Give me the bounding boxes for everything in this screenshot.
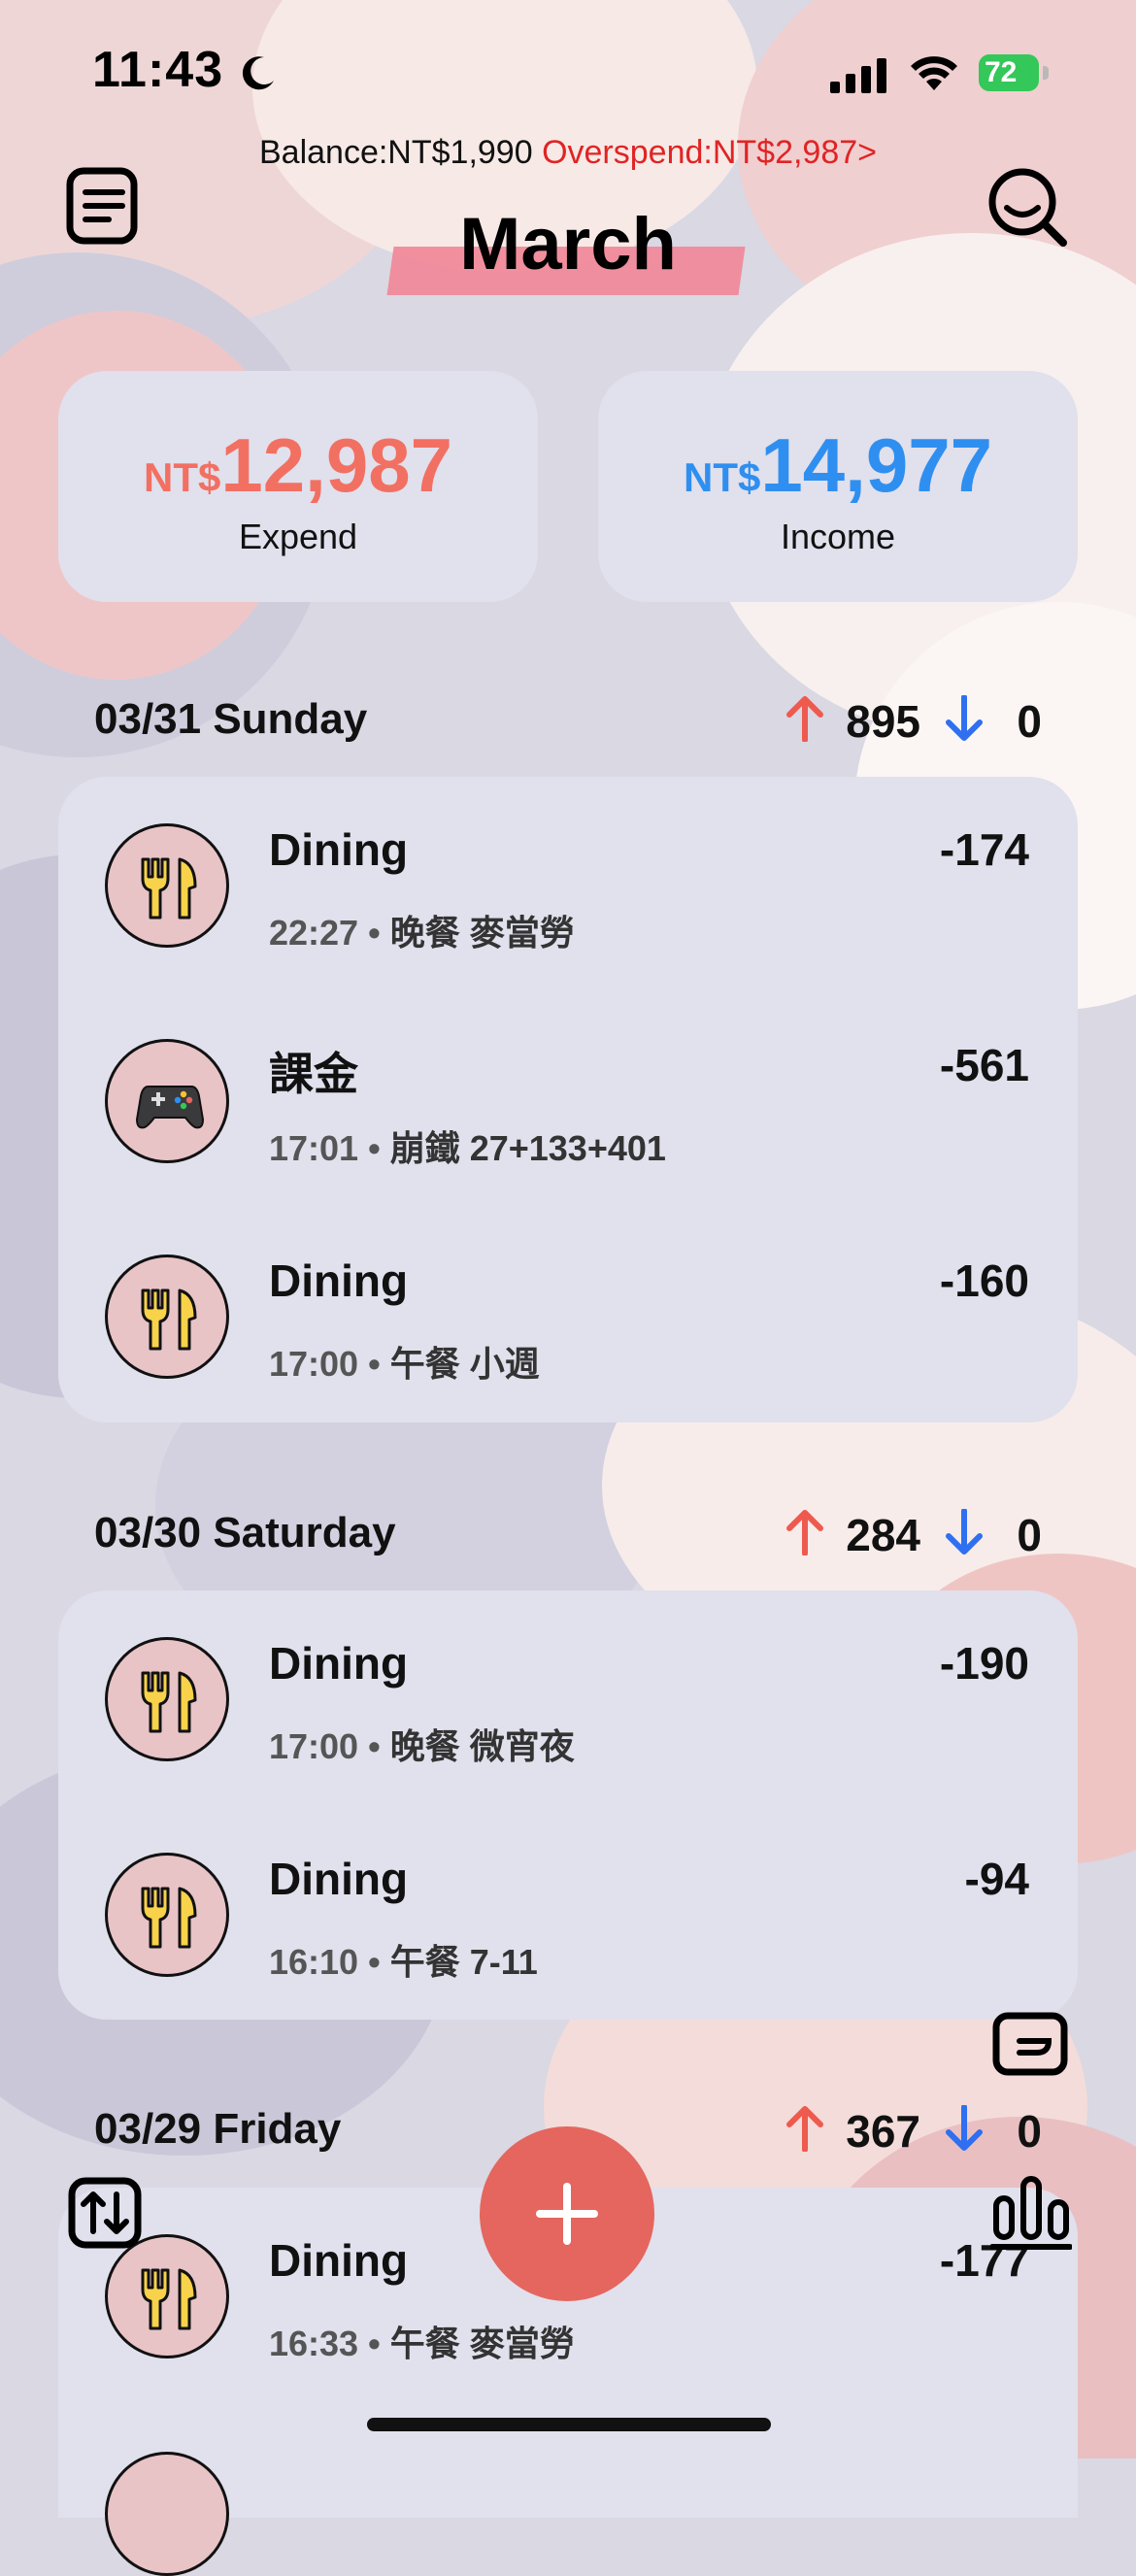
transaction-amount: -190	[939, 1638, 1029, 1689]
day-date: 03/29 Friday	[94, 2105, 342, 2153]
day-date: 03/31 Sunday	[94, 695, 368, 743]
overspend-link[interactable]: Overspend:NT$2,987>	[542, 134, 877, 171]
transaction-amount: -561	[939, 1040, 1029, 1090]
day-expense-total: 895	[846, 696, 920, 747]
transfer-toggle-icon[interactable]	[68, 2177, 142, 2249]
transaction-time: 22:27	[269, 913, 359, 953]
transaction-category: Dining	[269, 1638, 409, 1689]
arrow-up-icon	[786, 2106, 823, 2152]
day-header: 03/31 Sunday 895 0	[94, 689, 1042, 748]
transaction-note: 晚餐 微宵夜	[389, 1726, 575, 1766]
day-date: 03/30 Saturday	[94, 1509, 396, 1556]
status-time: 11:43	[92, 42, 224, 98]
transaction-row[interactable]: Dining 22:27 • 晚餐 麥當勞 -174	[58, 777, 1078, 971]
day-income-total: 0	[1017, 696, 1042, 747]
arrow-down-icon	[946, 2105, 983, 2151]
expend-currency: NT$	[144, 454, 221, 500]
day-income-total: 0	[1017, 2106, 1042, 2157]
add-transaction-button[interactable]	[480, 2126, 654, 2301]
transaction-meta: 22:27 • 晚餐 麥當勞	[269, 913, 575, 953]
status-bar: 11:43 72	[0, 0, 1136, 146]
transaction-category: Dining	[269, 824, 409, 875]
transaction-amount: -174	[939, 824, 1029, 875]
battery-icon: 72	[979, 54, 1039, 91]
home-indicator	[367, 2418, 771, 2431]
transaction-note: 午餐 小週	[389, 1344, 540, 1384]
cellular-signal-icon	[830, 58, 886, 93]
day-transactions-card: Dining 22:27 • 晚餐 麥當勞 -174 課金 17:01 • 崩鐵…	[58, 777, 1078, 1422]
transaction-row[interactable]: 課金 17:01 • 崩鐵 27+133+401 -561	[58, 992, 1078, 1187]
fork-knife-icon	[105, 1637, 229, 1761]
transaction-amount: -160	[939, 1255, 1029, 1306]
transaction-row[interactable]: Dining 16:10 • 午餐 7-11 -94	[58, 1806, 1078, 2000]
income-label: Income	[780, 517, 896, 556]
transaction-note: 晚餐 麥當勞	[389, 913, 575, 953]
transaction-category: Dining	[269, 1255, 409, 1306]
moon-icon	[242, 56, 274, 90]
income-value: 14,977	[760, 422, 992, 508]
income-amount: NT$14,977	[598, 421, 1078, 510]
arrow-up-icon	[786, 1510, 823, 1556]
expend-label: Expend	[238, 517, 358, 556]
battery-level: 72	[985, 56, 1018, 88]
transaction-meta: 17:00 • 晚餐 微宵夜	[269, 1726, 575, 1766]
transaction-meta: 16:33 • 午餐 麥當勞	[269, 2324, 575, 2363]
transaction-row[interactable]: Dining 17:00 • 午餐 小週 -160	[58, 1208, 1078, 1402]
balance-text: Balance:NT$1,990	[258, 134, 533, 171]
income-card[interactable]: NT$14,977 Income	[598, 371, 1078, 602]
transaction-category: 課金	[269, 1049, 358, 1099]
transaction-time: 17:00	[269, 1344, 359, 1384]
transaction-meta: 16:10 • 午餐 7-11	[269, 1942, 538, 1982]
transaction-time: 16:33	[269, 2324, 359, 2363]
arrow-down-icon	[946, 695, 983, 741]
expend-card[interactable]: NT$12,987 Expend	[58, 371, 538, 602]
transaction-meta: 17:00 • 午餐 小週	[269, 1344, 540, 1384]
month-label: March	[459, 203, 677, 285]
fork-knife-icon	[105, 2234, 229, 2359]
expend-value: 12,987	[220, 422, 452, 508]
transaction-note: 午餐 麥當勞	[389, 2324, 575, 2363]
battery-cap	[1043, 66, 1049, 80]
transaction-note: 崩鐵 27+133+401	[389, 1128, 666, 1168]
balance-summary[interactable]: Balance:NT$1,990 Overspend:NT$2,987>	[0, 134, 1136, 172]
arrow-down-icon	[946, 1509, 983, 1555]
expend-amount: NT$12,987	[58, 421, 538, 510]
category-icon	[105, 2452, 229, 2576]
day-header: 03/30 Saturday 284 0	[94, 1503, 1042, 1561]
fork-knife-icon	[105, 823, 229, 948]
transaction-category: Dining	[269, 1854, 409, 1904]
gamepad-icon	[105, 1039, 229, 1163]
fork-knife-icon	[105, 1853, 229, 1977]
wallet-icon[interactable]	[992, 2010, 1068, 2078]
fork-knife-icon	[105, 1255, 229, 1379]
income-currency: NT$	[684, 454, 761, 500]
day-expense-total: 284	[846, 1510, 920, 1560]
statistics-icon[interactable]	[990, 2173, 1072, 2251]
transaction-note: 午餐 7-11	[389, 1942, 538, 1982]
transaction-category: Dining	[269, 2235, 409, 2286]
day-income-total: 0	[1017, 1510, 1042, 1560]
day-expense-total: 367	[846, 2106, 920, 2157]
transaction-amount: -94	[964, 1854, 1029, 1904]
transaction-meta: 17:01 • 崩鐵 27+133+401	[269, 1128, 666, 1168]
month-title[interactable]: March	[0, 202, 1136, 295]
transaction-time: 17:00	[269, 1726, 359, 1766]
transaction-row[interactable]: Dining 17:00 • 晚餐 微宵夜 -190	[58, 1590, 1078, 1785]
plus-icon	[536, 2183, 598, 2245]
wifi-icon	[911, 56, 957, 90]
transaction-time: 17:01	[269, 1128, 359, 1168]
arrow-up-icon	[786, 696, 823, 742]
day-transactions-card: Dining 17:00 • 晚餐 微宵夜 -190 Dining 16:10 …	[58, 1590, 1078, 2020]
transaction-time: 16:10	[269, 1942, 359, 1982]
